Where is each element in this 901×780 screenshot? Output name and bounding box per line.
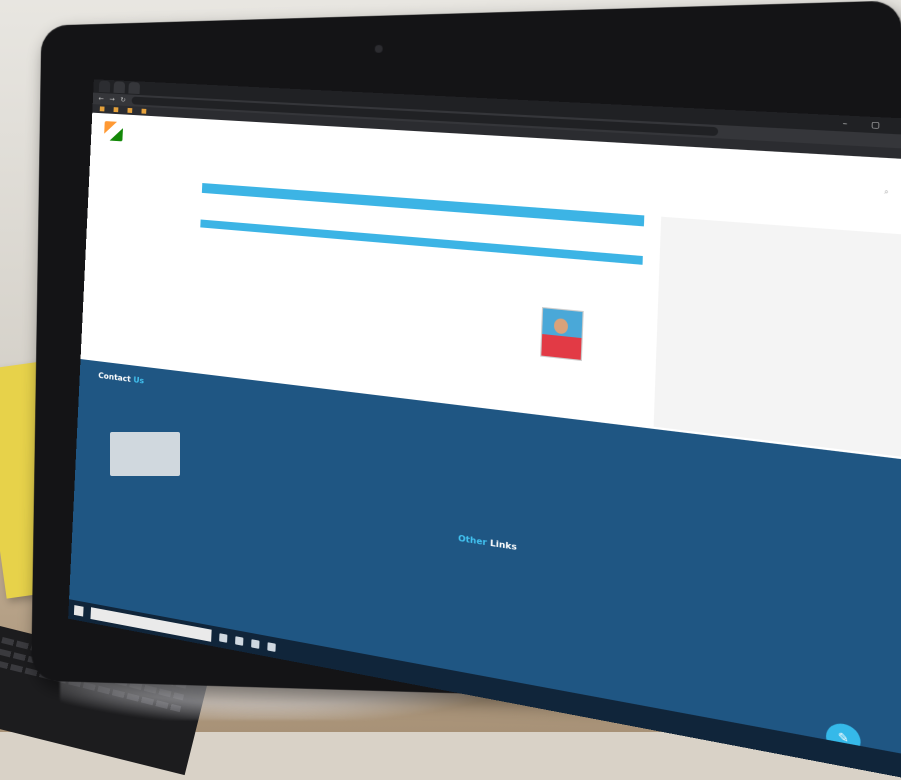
windows-start-icon[interactable] xyxy=(73,605,84,617)
bookmark-item[interactable] xyxy=(127,107,134,113)
contact-text xyxy=(98,390,397,429)
site-logo[interactable] xyxy=(103,121,124,142)
browser-tab[interactable] xyxy=(98,80,111,93)
voter-photo xyxy=(540,306,584,362)
sticker-label xyxy=(110,432,180,476)
forward-arrow-icon[interactable]: → xyxy=(109,95,115,103)
taskbar-app-icon[interactable] xyxy=(219,633,228,643)
back-arrow-icon[interactable]: ← xyxy=(98,95,104,103)
taskbar-app-icon[interactable] xyxy=(251,639,260,649)
site-menu xyxy=(787,175,889,181)
contact-heading: Contact Us xyxy=(98,370,145,386)
bookmark-icon xyxy=(127,107,133,113)
bookmark-item[interactable] xyxy=(113,107,121,113)
window-controls[interactable]: – ▢ ✕ xyxy=(842,119,901,132)
taskbar-app-icon[interactable] xyxy=(267,642,276,652)
search-icon[interactable]: ⌕ xyxy=(884,188,889,198)
browser-tab[interactable] xyxy=(128,81,141,95)
bookmark-item[interactable] xyxy=(141,108,148,114)
monitor-bezel: hp – ▢ ✕ ← → ↻ xyxy=(31,0,901,780)
face-image xyxy=(553,317,569,335)
bookmark-icon xyxy=(99,106,105,112)
browser-tab[interactable] xyxy=(113,81,126,94)
taskbar-app-icon[interactable] xyxy=(235,636,244,646)
bookmark-icon xyxy=(141,108,147,114)
bookmark-icon xyxy=(113,107,119,113)
right-pane xyxy=(653,216,901,460)
reload-icon[interactable]: ↻ xyxy=(120,96,126,104)
other-links-heading: Other Links xyxy=(457,533,518,553)
webcam-icon xyxy=(374,44,383,53)
bookmark-item[interactable] xyxy=(99,106,107,112)
monitor-screen: – ▢ ✕ ← → ↻ ⌕ xyxy=(68,79,901,780)
